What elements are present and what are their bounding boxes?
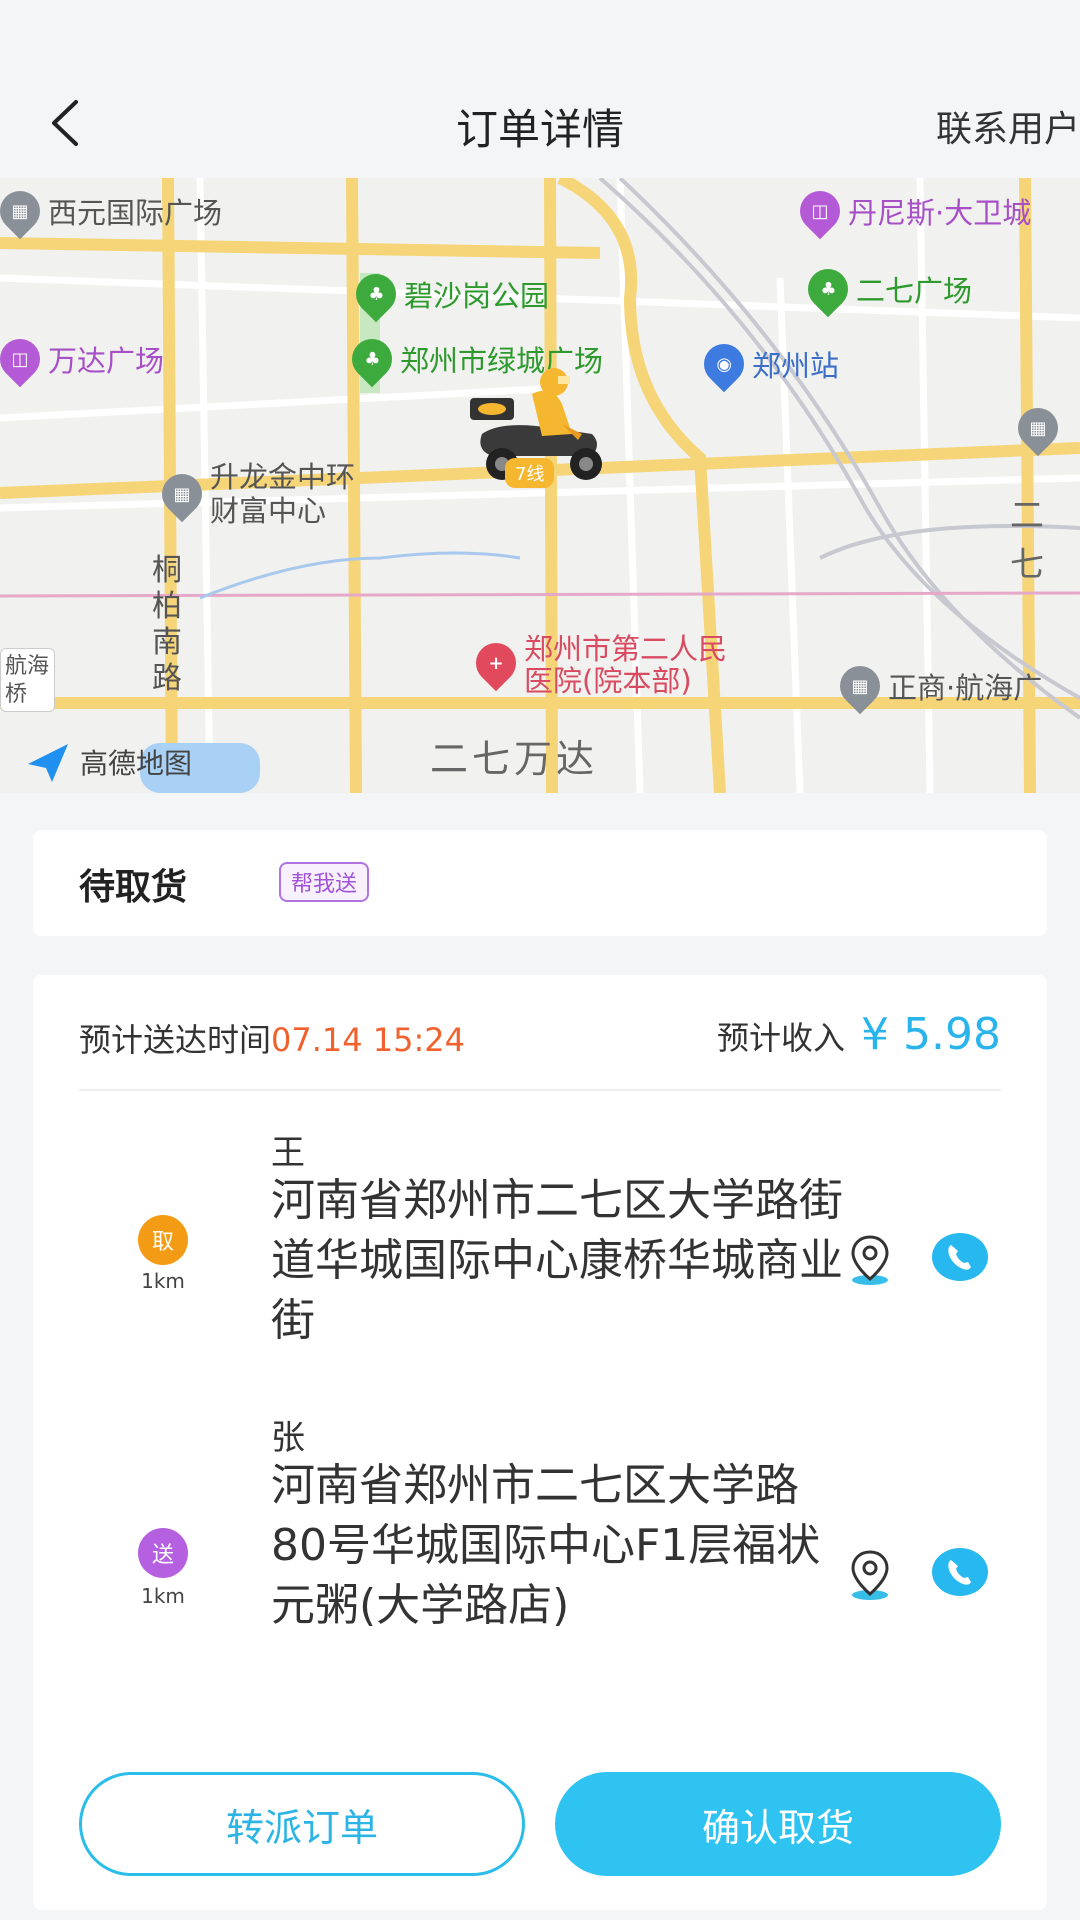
poi-zhengzhou-station[interactable]: ◉ 郑州站 xyxy=(695,335,839,393)
poi-danis[interactable]: ◫ 丹尼斯·大卫城 xyxy=(791,182,1031,240)
eta-value: 07.14 15:24 xyxy=(271,1021,466,1059)
poi-building-edge[interactable]: ▦ xyxy=(1009,399,1067,457)
shopping-bag-icon: ◫ xyxy=(791,182,849,240)
transfer-order-button[interactable]: 转派订单 xyxy=(79,1772,525,1876)
building-icon: ▦ xyxy=(153,465,211,523)
divider xyxy=(79,1089,1001,1091)
location-pin-icon[interactable] xyxy=(847,1548,893,1602)
district-label: 二七万达 xyxy=(430,737,599,781)
train-station-icon: ◉ xyxy=(695,335,753,393)
confirm-pickup-button[interactable]: 确认取货 xyxy=(555,1772,1001,1876)
building-icon: ▦ xyxy=(1009,399,1067,457)
phone-call-icon[interactable] xyxy=(931,1231,989,1283)
shopping-bag-icon: ◫ xyxy=(0,330,49,388)
pickup-contact-name: 王 xyxy=(271,1133,305,1173)
pickup-tag: 取 xyxy=(138,1215,188,1265)
income-row: 预计收入 ¥ 5.98 xyxy=(717,1009,1001,1060)
poi-erqi-square[interactable]: ♣ 二七广场 xyxy=(799,260,972,318)
map-side-tag: 航海桥 xyxy=(0,648,55,712)
page-title: 订单详情 xyxy=(455,105,624,154)
eta-label: 预计送达时间 xyxy=(79,1021,272,1059)
map-view[interactable]: ▦ 西元国际广场 ◫ 丹尼斯·大卫城 ♣ 碧沙岗公园 ♣ 二七广场 ◫ 万达广场… xyxy=(0,178,1080,793)
delivery-address: 河南省郑州市二七区大学路80号华城国际中心F1层福状元粥(大学路店) xyxy=(271,1460,821,1631)
poi-hospital[interactable]: + 郑州市第二人民 医院(院本部) xyxy=(467,633,727,697)
eta-row: 预计送达时间07.14 15:24 xyxy=(79,1015,465,1061)
contact-user-button[interactable]: 联系用户 xyxy=(936,100,1080,152)
order-detail-card: 预计送达时间07.14 15:24 预计收入 ¥ 5.98 取 1km 王 河南… xyxy=(33,975,1047,1910)
phone-call-icon[interactable] xyxy=(931,1546,989,1598)
rider-line-tag: 7线 xyxy=(505,458,555,488)
income-value: ¥ 5.98 xyxy=(861,1009,1001,1060)
amap-arrow-icon xyxy=(28,744,68,782)
delivery-contact-name: 张 xyxy=(271,1418,305,1458)
poi-xiyuan[interactable]: ▦ 西元国际广场 xyxy=(0,182,222,240)
delivery-distance: 1km xyxy=(141,1584,185,1608)
road-label: 桐柏南路 xyxy=(152,553,182,696)
order-status: 待取货 xyxy=(79,867,188,908)
building-icon: ▦ xyxy=(0,182,49,240)
hospital-cross-icon: + xyxy=(467,634,525,692)
park-icon: ♣ xyxy=(347,265,405,323)
status-card: 待取货 帮我送 xyxy=(33,830,1047,936)
pickup-distance: 1km xyxy=(141,1269,185,1293)
amap-logo: 高德地图 xyxy=(24,738,192,786)
delivery-tag: 送 xyxy=(138,1528,188,1578)
poi-bishagang[interactable]: ♣ 碧沙岗公园 xyxy=(347,265,549,323)
poi-shenglong[interactable]: ▦ 升龙金中环 财富中心 xyxy=(153,460,355,528)
pickup-address: 河南省郑州市二七区大学路街道华城国际中心康桥华城商业街 xyxy=(271,1175,843,1346)
district-label-erqi: 二七 xyxy=(1010,496,1048,585)
poi-zhengshang[interactable]: ▦ 正商·航海广 xyxy=(831,657,1042,715)
income-label: 预计收入 xyxy=(717,1019,846,1057)
building-icon: ▦ xyxy=(831,657,889,715)
poi-wanda[interactable]: ◫ 万达广场 xyxy=(0,330,164,388)
park-icon: ♣ xyxy=(343,330,401,388)
order-type-badge: 帮我送 xyxy=(279,862,370,902)
top-bar: 订单详情 联系用户 xyxy=(0,0,1080,178)
location-pin-icon[interactable] xyxy=(847,1233,893,1287)
park-icon: ♣ xyxy=(799,260,857,318)
